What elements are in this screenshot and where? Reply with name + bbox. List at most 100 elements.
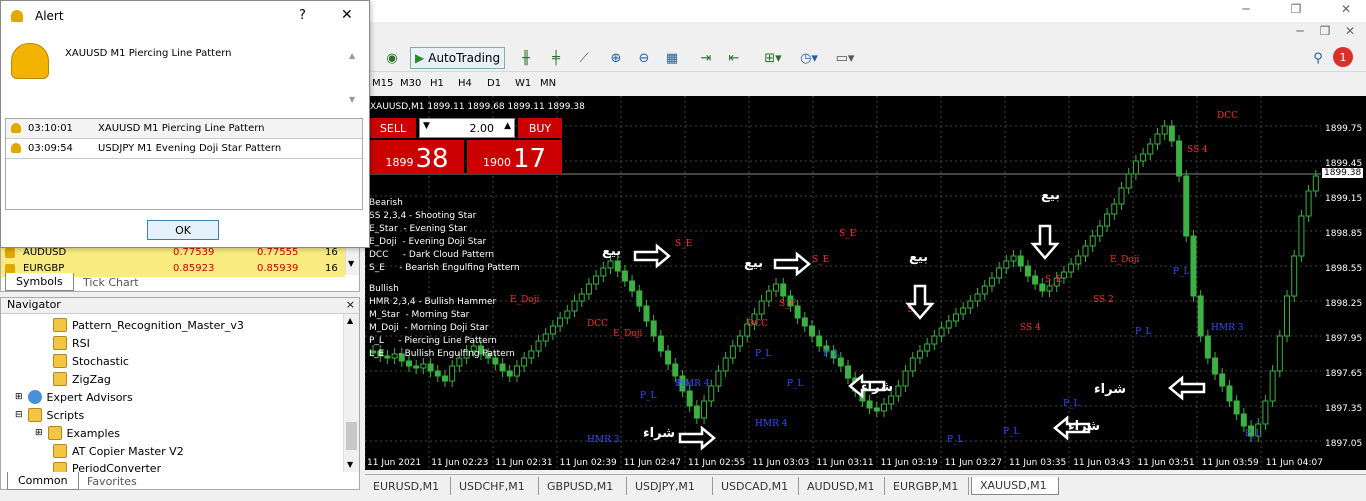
periods-icon[interactable]: ◷▾ xyxy=(796,48,822,68)
minimize-icon[interactable]: ─ xyxy=(1236,2,1256,20)
indicators-icon[interactable]: ⊞▾ xyxy=(760,48,786,68)
chart-shift-icon[interactable]: ⇤ xyxy=(724,48,744,68)
tab-audusd[interactable]: AUDUSD,M1 xyxy=(799,477,885,495)
ok-button[interactable]: OK xyxy=(147,220,219,240)
collapse-icon[interactable]: ⊟ xyxy=(15,410,23,420)
notification-badge[interactable]: 1 xyxy=(1333,47,1353,67)
lot-increase-icon[interactable]: ▲ xyxy=(504,121,511,131)
scroll-down-icon[interactable]: ▼ xyxy=(349,95,355,104)
market-watch-scrollbar[interactable]: ▼ xyxy=(345,245,359,275)
price-label: 1897.05 xyxy=(1325,439,1363,449)
nav-item-stochastic[interactable]: Stochastic xyxy=(53,354,129,368)
candle-body xyxy=(1082,245,1089,257)
time-label: 11 Jun 04:07 xyxy=(1265,458,1323,468)
candle-body xyxy=(1010,255,1017,262)
sell-price[interactable]: 1899 38 xyxy=(370,140,464,174)
scroll-down-icon[interactable]: ▼ xyxy=(348,259,354,268)
tf-m30[interactable]: M30 xyxy=(400,78,421,89)
nav-item-examples[interactable]: ⊞ Examples xyxy=(35,426,120,440)
templates-icon[interactable]: ▭▾ xyxy=(832,48,858,68)
nav-item-zigzag[interactable]: ZigZag xyxy=(53,372,111,386)
close-icon[interactable]: ✕ xyxy=(341,7,353,23)
nav-item-period-converter[interactable]: PeriodConverter xyxy=(53,462,161,472)
script-icon xyxy=(53,462,67,472)
bullish-pattern-label: P_L xyxy=(947,435,964,445)
candle-body xyxy=(801,317,808,327)
tab-usdchf[interactable]: USDCHF,M1 xyxy=(451,477,539,495)
tile-windows-icon[interactable]: ▦ xyxy=(662,48,682,68)
tab-favorites[interactable]: Favorites xyxy=(77,472,147,490)
legend-line: L_E - Bullish Engulfing Pattern xyxy=(369,349,515,359)
line-chart-icon[interactable]: ⟋ xyxy=(574,48,594,68)
nav-item-scripts[interactable]: ⊟ Scripts xyxy=(15,408,84,422)
bullish-pattern-label: P_L xyxy=(1135,327,1152,337)
candle-body xyxy=(902,370,909,387)
tab-usdcad[interactable]: USDCAD,M1 xyxy=(713,477,799,495)
tf-h4[interactable]: H4 xyxy=(458,78,472,89)
candle-body xyxy=(880,403,887,412)
bullish-pattern-label: HMR 4 xyxy=(755,419,788,429)
tab-eurusd[interactable]: EURUSD,M1 xyxy=(365,477,451,495)
autoscroll-icon[interactable]: ⇥ xyxy=(696,48,716,68)
close-window-icon[interactable]: ✕ xyxy=(1336,2,1356,20)
navigator-close-icon[interactable]: × xyxy=(346,298,355,311)
mdi-restore-icon[interactable]: ❐ xyxy=(1315,24,1335,42)
nav-item-at-copier[interactable]: AT Copier Master V2 xyxy=(53,444,184,458)
mdi-close-icon[interactable]: ✕ xyxy=(1340,24,1360,42)
candle-body xyxy=(765,290,772,302)
main-toolbar: ◉ ▶ AutoTrading ╫ ╪ ⟋ ⊕ ⊖ ▦ ⇥ ⇤ ⊞▾ ◷▾ ▭▾… xyxy=(370,44,1366,72)
tab-usdjpy[interactable]: USDJPY,M1 xyxy=(627,477,713,495)
signal-icon[interactable]: ◉ xyxy=(382,48,402,68)
bar-chart-icon[interactable]: ╫ xyxy=(516,48,536,68)
scrollbar-thumb[interactable] xyxy=(346,422,357,450)
candle-body xyxy=(593,275,600,285)
list-item[interactable]: 03:10:01 XAUUSD M1 Piercing Line Pattern xyxy=(6,119,362,139)
candle-body xyxy=(1161,125,1168,135)
tab-symbols[interactable]: Symbols xyxy=(5,273,74,291)
candle-body xyxy=(780,283,787,297)
candle-body xyxy=(535,340,542,352)
tab-tick-chart[interactable]: Tick Chart xyxy=(73,273,149,291)
autotrading-button[interactable]: ▶ AutoTrading xyxy=(410,47,506,69)
tf-m15[interactable]: M15 xyxy=(372,78,393,89)
zoom-out-icon[interactable]: ⊖ xyxy=(634,48,654,68)
tab-gbpusd[interactable]: GBPUSD,M1 xyxy=(539,477,627,495)
annotation-arrow xyxy=(1168,375,1206,401)
tf-d1[interactable]: D1 xyxy=(487,78,501,89)
help-icon[interactable]: ? xyxy=(299,8,306,23)
lot-decrease-icon[interactable]: ▼ xyxy=(423,121,430,131)
navigator-scrollbar[interactable]: ▲ ▼ xyxy=(343,314,359,472)
tf-h1[interactable]: H1 xyxy=(430,78,444,89)
scroll-down-icon[interactable]: ▼ xyxy=(347,460,353,469)
nav-item-pattern-recognition[interactable]: Pattern_Recognition_Master_v3 xyxy=(53,318,244,332)
expand-icon[interactable]: ⊞ xyxy=(35,428,43,438)
candle-body xyxy=(607,260,614,269)
scroll-up-icon[interactable]: ▲ xyxy=(349,51,355,60)
candle-body xyxy=(701,400,708,419)
candle-body xyxy=(413,365,420,369)
expand-icon[interactable]: ⊞ xyxy=(15,392,23,402)
candle-body xyxy=(722,357,729,372)
candle-body xyxy=(636,290,643,307)
tab-xauusd[interactable]: XAUUSD,M1 xyxy=(971,477,1059,495)
tab-common[interactable]: Common xyxy=(7,472,79,490)
candle-body xyxy=(650,320,657,337)
tf-mn[interactable]: MN xyxy=(540,78,556,89)
nav-item-rsi[interactable]: RSI xyxy=(53,336,90,350)
tab-eurgbp[interactable]: EURGBP,M1 xyxy=(885,477,969,495)
nav-item-expert-advisors[interactable]: ⊞ Expert Advisors xyxy=(15,390,133,404)
scroll-up-icon[interactable]: ▲ xyxy=(347,316,353,325)
candle-chart-icon[interactable]: ╪ xyxy=(546,48,566,68)
buy-price[interactable]: 1900 17 xyxy=(467,140,562,174)
list-item[interactable]: 03:09:54 USDJPY M1 Evening Doji Star Pat… xyxy=(6,139,362,159)
search-icon[interactable]: ⚲ xyxy=(1308,48,1328,68)
tf-w1[interactable]: W1 xyxy=(515,78,531,89)
lot-size-input[interactable]: ▼ 2.00 ▲ xyxy=(419,118,515,138)
mdi-minimize-icon[interactable]: ─ xyxy=(1290,24,1310,42)
restore-icon[interactable]: ❐ xyxy=(1286,2,1306,20)
buy-button[interactable]: BUY xyxy=(518,118,562,138)
candle-body xyxy=(1269,370,1276,402)
sell-button[interactable]: SELL xyxy=(370,118,416,138)
zoom-in-icon[interactable]: ⊕ xyxy=(606,48,626,68)
expert-advisors-icon xyxy=(27,390,42,404)
